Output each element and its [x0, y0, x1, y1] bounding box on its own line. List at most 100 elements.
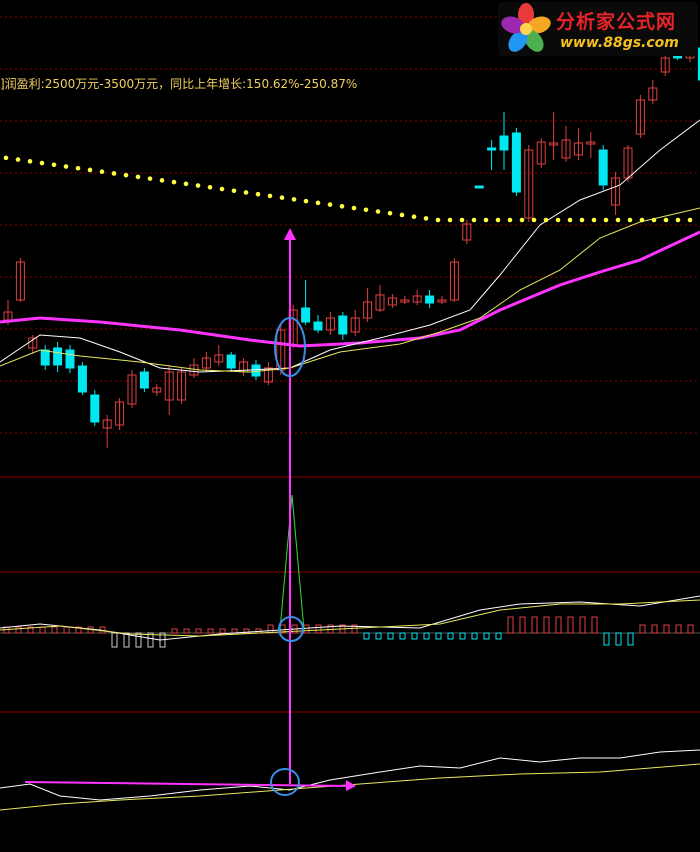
histogram-bar [687, 624, 694, 634]
dotted-curve-point [351, 205, 357, 211]
candle-body [251, 364, 261, 377]
dotted-curve-point [27, 159, 33, 164]
dotted-curve-point [399, 212, 405, 218]
candle-body [474, 185, 484, 189]
histogram-bar [315, 624, 322, 634]
dotted-curve-point [231, 188, 237, 194]
spike-line [279, 494, 305, 631]
candle-body [53, 347, 63, 366]
dotted-curve-point [3, 155, 9, 161]
dotted-curve-point [603, 217, 609, 223]
histogram-bar [567, 616, 574, 634]
histogram-bar [507, 616, 514, 634]
dotted-curve-point [327, 202, 333, 207]
dotted-curve-point [411, 214, 417, 219]
dotted-curve-point [459, 217, 465, 223]
dotted-curve-point [315, 200, 321, 206]
flower-logo-icon [501, 3, 551, 52]
histogram-bar [459, 632, 466, 640]
dotted-curve-point [471, 217, 477, 223]
histogram-bar [531, 616, 538, 634]
histogram-bar [615, 632, 622, 646]
dotted-curve-point [615, 217, 621, 223]
logo-url: www.88gs.com [560, 35, 679, 51]
dotted-curve-point [51, 162, 57, 168]
dotted-curve-point [171, 179, 177, 185]
dotted-curve-point [519, 217, 525, 223]
ma-short-line [0, 119, 700, 373]
dotted-curve-point [531, 217, 537, 223]
dotted-curve-point [639, 217, 645, 223]
histogram-bar [195, 628, 202, 634]
logo-name: 分析家公式网 [556, 11, 677, 33]
indicator-white-line [0, 749, 700, 801]
histogram-bar [471, 632, 478, 640]
dotted-curve-point [495, 217, 501, 223]
histogram-bar [363, 632, 370, 640]
histogram-bar [63, 626, 70, 634]
candle-body [598, 149, 608, 186]
dotted-curve-point [15, 157, 21, 162]
histogram-bar [51, 626, 58, 634]
histogram-bar [183, 628, 190, 634]
dotted-curve-point [303, 198, 309, 204]
histogram-bar [411, 632, 418, 640]
histogram-bar [555, 616, 562, 634]
histogram-bar [675, 624, 682, 634]
dotted-curve-point [75, 165, 81, 171]
histogram-bar [543, 616, 550, 634]
candle-body [425, 295, 435, 304]
annotation-horizontal-arrow [24, 781, 351, 787]
histogram-bar [219, 628, 226, 634]
histogram-bar [651, 624, 658, 634]
histogram-bar [423, 632, 430, 640]
dotted-curve-point [123, 172, 129, 178]
histogram-bar [435, 632, 442, 640]
dotted-curve-point [147, 176, 153, 181]
dotted-curve-point [663, 217, 669, 223]
histogram-bar [483, 632, 490, 640]
candle-body [226, 354, 236, 369]
histogram-bar [39, 626, 46, 634]
site-logo: 分析家公式网 www.88gs.com [498, 2, 698, 56]
dotted-curve-point [579, 217, 585, 223]
histogram-bar [135, 632, 142, 648]
histogram-bar [495, 632, 502, 640]
histogram-bar [303, 624, 310, 634]
dotted-curve-point [279, 195, 285, 200]
histogram-bar [603, 632, 610, 646]
dotted-curve-point [567, 217, 573, 223]
candle-body [673, 55, 683, 59]
dotted-curve-point [375, 209, 381, 214]
dotted-curve-point [183, 181, 189, 187]
histogram-bar [207, 628, 214, 634]
histogram-bar [267, 624, 274, 634]
dotted-curve-point [291, 197, 297, 202]
dotted-curve-point [99, 169, 105, 175]
dotted-curve-point [387, 210, 393, 216]
histogram-bar [231, 628, 238, 634]
dotted-curve-point [111, 171, 117, 176]
candle-body [487, 147, 497, 151]
profit-forecast-annotation: ]润盈利:2500万元-3500万元，同比上年增长:150.62%-250.87… [0, 77, 358, 91]
dotted-curve-point [483, 217, 489, 223]
dotted-curve-point [363, 207, 369, 213]
dotted-curve-point [687, 217, 693, 223]
candle-body [313, 321, 323, 331]
dotted-curve-point [423, 216, 429, 221]
histogram-bar [399, 632, 406, 640]
annotation-arrow-head [284, 228, 296, 240]
candle-body [90, 394, 100, 423]
histogram-bar [591, 616, 598, 634]
dotted-curve-point [651, 217, 657, 223]
dotted-curve-point [543, 217, 549, 223]
histogram-bar [171, 628, 178, 634]
histogram-bar [519, 616, 526, 634]
histogram-bar [375, 632, 382, 640]
dotted-curve-point [63, 164, 69, 169]
dotted-curve-point [627, 217, 633, 223]
histogram-bar [111, 632, 118, 648]
dotted-curve-point [591, 217, 597, 223]
histogram-bar [387, 632, 394, 640]
dotted-curve-point [39, 160, 45, 166]
